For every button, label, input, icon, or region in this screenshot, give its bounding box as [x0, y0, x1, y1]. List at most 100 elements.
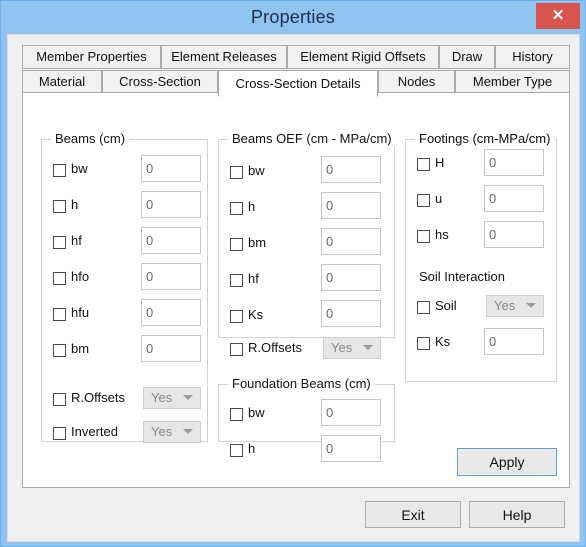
group-beams-title: Beams (cm) [51, 131, 130, 146]
checkbox-oef-h[interactable] [230, 202, 243, 215]
label-oef-ks: Ks [248, 307, 264, 322]
checkbox-beams-h[interactable] [53, 200, 66, 213]
group-footings: Footings (cm-MPa/cm) H u hs Soil Inter [405, 131, 557, 382]
checkbox-oef-bm[interactable] [230, 238, 243, 251]
tab-element-releases[interactable]: Element Releases [161, 45, 287, 69]
group-footings-title: Footings (cm-MPa/cm) [415, 131, 555, 146]
checkbox-oef-bw[interactable] [230, 166, 243, 179]
checkbox-oef-hf[interactable] [230, 274, 243, 287]
properties-dialog-window: Properties ✕ Member Properties Element R… [0, 0, 586, 547]
checkbox-footings-h[interactable] [417, 158, 430, 171]
tab-history[interactable]: History [495, 45, 570, 69]
apply-button[interactable]: Apply [457, 448, 557, 476]
label-beams-bw: bw [71, 161, 88, 176]
chevron-down-icon [183, 395, 193, 400]
input-foundation-bw[interactable] [321, 399, 381, 426]
label-footings-soil: Soil [435, 298, 457, 313]
checkbox-beams-bm[interactable] [53, 344, 66, 357]
tab-member-properties[interactable]: Member Properties [22, 45, 161, 69]
checkbox-beams-hfo[interactable] [53, 272, 66, 285]
checkbox-footings-u[interactable] [417, 194, 430, 207]
combobox-beams-roffsets[interactable]: Yes [143, 387, 201, 409]
group-beams: Beams (cm) bw h hf [41, 131, 208, 443]
chevron-down-icon [183, 429, 193, 434]
input-beams-hfu[interactable] [141, 299, 201, 326]
label-foundation-bw: bw [248, 405, 265, 420]
tab-draw[interactable]: Draw [439, 45, 495, 69]
input-footings-h[interactable] [484, 149, 544, 176]
label-beams-hf: hf [71, 233, 82, 248]
input-foundation-h[interactable] [321, 435, 381, 462]
dialog-body: Member Properties Element Releases Eleme… [7, 34, 580, 542]
label-oef-roffsets: R.Offsets [248, 340, 302, 355]
combobox-beams-roffsets-value: Yes [151, 390, 173, 405]
input-beams-bm[interactable] [141, 335, 201, 362]
input-beams-h[interactable] [141, 191, 201, 218]
tab-cross-section-details[interactable]: Cross-Section Details [218, 70, 378, 97]
checkbox-beams-hf[interactable] [53, 236, 66, 249]
checkbox-oef-roffsets[interactable] [230, 343, 243, 356]
input-footings-ks[interactable] [484, 328, 544, 355]
group-beams-oef-title: Beams OEF (cm - MPa/cm) [228, 131, 396, 146]
combobox-footings-soil[interactable]: Yes [486, 295, 544, 317]
checkbox-foundation-h[interactable] [230, 444, 243, 457]
combobox-beams-inverted[interactable]: Yes [143, 421, 201, 443]
label-beams-inverted: Inverted [71, 424, 118, 439]
group-foundation-beams-title: Foundation Beams (cm) [228, 376, 375, 391]
label-soil-interaction: Soil Interaction [419, 269, 505, 284]
cross-section-details-panel: Beams (cm) bw h hf [22, 92, 570, 488]
checkbox-beams-roffsets[interactable] [53, 393, 66, 406]
close-button[interactable]: ✕ [536, 3, 580, 29]
label-footings-hs: hs [435, 227, 449, 242]
input-footings-u[interactable] [484, 185, 544, 212]
tab-strip: Member Properties Element Releases Eleme… [22, 45, 570, 97]
tab-element-rigid-offsets[interactable]: Element Rigid Offsets [287, 45, 439, 69]
input-oef-hf[interactable] [321, 264, 381, 291]
combobox-oef-roffsets[interactable]: Yes [323, 337, 381, 359]
label-beams-bm: bm [71, 341, 90, 356]
label-footings-h: H [435, 155, 445, 170]
label-beams-hfo: hfo [71, 269, 90, 284]
combobox-footings-soil-value: Yes [494, 298, 516, 313]
tab-cross-section[interactable]: Cross-Section [102, 70, 218, 94]
tab-member-type[interactable]: Member Type [455, 70, 570, 94]
label-oef-bm: bm [248, 235, 267, 250]
combobox-beams-inverted-value: Yes [151, 424, 173, 439]
input-beams-bw[interactable] [141, 155, 201, 182]
label-oef-hf: hf [248, 271, 259, 286]
chevron-down-icon [526, 303, 536, 308]
checkbox-footings-hs[interactable] [417, 230, 430, 243]
tab-nodes[interactable]: Nodes [378, 70, 455, 94]
input-oef-ks[interactable] [321, 300, 381, 327]
exit-button[interactable]: Exit [365, 501, 461, 528]
checkbox-beams-bw[interactable] [53, 164, 66, 177]
group-foundation-beams: Foundation Beams (cm) bw h [218, 376, 395, 462]
label-footings-u: u [435, 191, 443, 206]
label-beams-h: h [71, 197, 79, 212]
group-beams-oef: Beams OEF (cm - MPa/cm) bw h bm [218, 131, 396, 359]
label-foundation-h: h [248, 441, 256, 456]
input-oef-h[interactable] [321, 192, 381, 219]
help-button[interactable]: Help [469, 501, 565, 528]
checkbox-beams-hfu[interactable] [53, 308, 66, 321]
input-footings-hs[interactable] [484, 221, 544, 248]
label-oef-bw: bw [248, 163, 265, 178]
input-beams-hf[interactable] [141, 227, 201, 254]
checkbox-footings-soil[interactable] [417, 301, 430, 314]
tab-material[interactable]: Material [22, 70, 102, 94]
label-beams-roffsets: R.Offsets [71, 390, 125, 405]
label-footings-ks: Ks [435, 334, 451, 349]
checkbox-oef-ks[interactable] [230, 310, 243, 323]
checkbox-beams-inverted[interactable] [53, 427, 66, 440]
label-oef-h: h [248, 199, 256, 214]
input-oef-bw[interactable] [321, 156, 381, 183]
close-icon: ✕ [551, 7, 565, 24]
input-oef-bm[interactable] [321, 228, 381, 255]
window-title: Properties [250, 7, 336, 27]
checkbox-footings-ks[interactable] [417, 337, 430, 350]
combobox-oef-roffsets-value: Yes [331, 340, 353, 355]
input-beams-hfo[interactable] [141, 263, 201, 290]
label-beams-hfu: hfu [71, 305, 90, 320]
checkbox-foundation-bw[interactable] [230, 408, 243, 421]
chevron-down-icon [363, 345, 373, 350]
